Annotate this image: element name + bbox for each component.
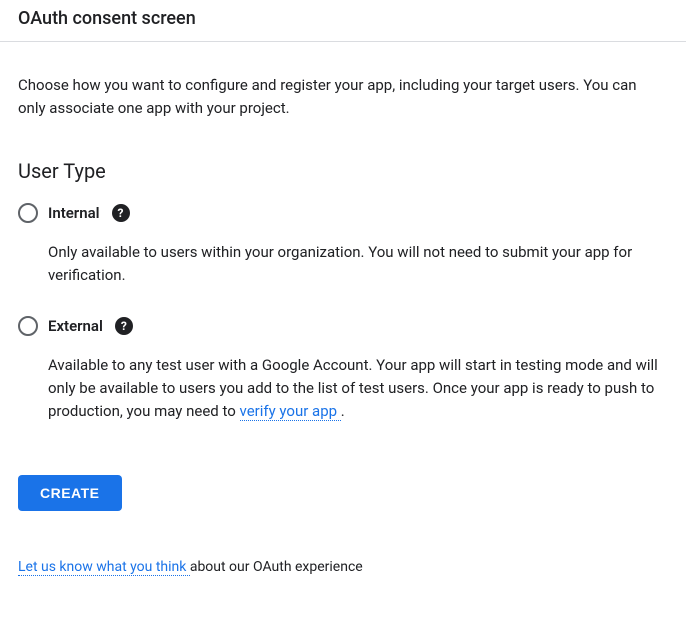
feedback-suffix: about our OAuth experience [190,559,363,575]
external-description: Available to any test user with a Google… [48,354,658,424]
help-icon[interactable]: ? [115,317,133,335]
radio-internal[interactable] [18,203,38,223]
external-desc-prefix: Available to any test user with a Google… [48,356,658,421]
internal-description: Only available to users within your orga… [48,241,658,288]
option-external: External ? Available to any test user wi… [18,316,668,424]
radio-external-label: External [48,317,103,335]
radio-external[interactable] [18,316,38,336]
option-internal-row: Internal ? [18,203,668,223]
feedback-link[interactable]: Let us know what you think [18,559,190,576]
create-button[interactable]: CREATE [18,475,122,511]
intro-text: Choose how you want to configure and reg… [18,74,638,119]
content-area: Choose how you want to configure and reg… [0,42,686,593]
radio-internal-label: Internal [48,204,100,222]
verify-app-link[interactable]: verify your app [240,402,341,421]
page-header: OAuth consent screen [0,0,686,42]
help-icon[interactable]: ? [112,204,130,222]
option-internal: Internal ? Only available to users withi… [18,203,668,288]
external-desc-suffix: . [341,402,345,420]
option-external-row: External ? [18,316,668,336]
user-type-heading: User Type [18,159,668,183]
feedback-row: Let us know what you think about our OAu… [18,559,668,575]
page-title: OAuth consent screen [18,8,668,29]
